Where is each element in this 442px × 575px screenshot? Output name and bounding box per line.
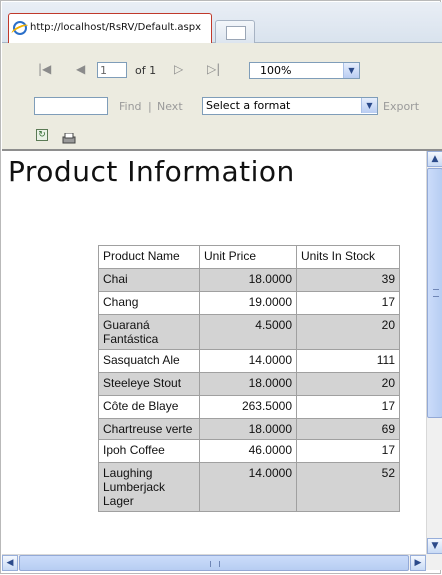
- unit-price-cell: 18.0000: [199, 372, 297, 396]
- column-header-unit-price: Unit Price: [199, 245, 297, 269]
- unit-price-cell: 46.0000: [199, 439, 297, 463]
- table-header-row: Product Name Unit Price Units In Stock: [98, 245, 400, 269]
- first-page-icon[interactable]: |◀: [38, 62, 51, 76]
- tab-strip: http://localhost/RsRV/Default.aspx: [2, 2, 442, 43]
- scroll-down-icon[interactable]: ▼: [427, 538, 442, 554]
- find-link[interactable]: Find: [119, 100, 142, 113]
- units-in-stock-cell: 17: [296, 439, 400, 463]
- table-row: Chai 18.0000 39: [98, 268, 400, 292]
- table-row: Chartreuse verte 18.0000 69: [98, 418, 400, 440]
- zoom-select[interactable]: 100% ▼: [249, 62, 360, 79]
- product-table: Product Name Unit Price Units In Stock C…: [98, 245, 400, 512]
- vertical-scrollbar[interactable]: ▲ ▼: [426, 151, 442, 554]
- report-viewer-toolbar: |◀ ◀ 1 of 1 ▷ ▷| 100% ▼ Find | Next Sele…: [2, 43, 442, 151]
- internet-explorer-icon: [13, 21, 27, 35]
- chevron-down-icon[interactable]: ▼: [361, 98, 377, 113]
- previous-page-icon[interactable]: ◀: [76, 62, 85, 76]
- grip-icon: [433, 289, 439, 297]
- horizontal-scrollbar[interactable]: ◀ ▶: [2, 554, 426, 571]
- product-name-cell: Chai: [98, 268, 200, 292]
- units-in-stock-cell: 52: [296, 462, 400, 512]
- product-name-cell: Ipoh Coffee: [98, 439, 200, 463]
- product-name-cell: Chang: [98, 291, 200, 315]
- units-in-stock-cell: 20: [296, 372, 400, 396]
- horizontal-scroll-thumb[interactable]: [19, 555, 409, 571]
- units-in-stock-cell: 69: [296, 418, 400, 440]
- browser-window: http://localhost/RsRV/Default.aspx |◀ ◀ …: [0, 0, 442, 574]
- scroll-up-icon[interactable]: ▲: [427, 151, 442, 167]
- scrollbar-corner: [426, 554, 442, 570]
- new-tab-button[interactable]: [215, 20, 255, 43]
- find-separator: |: [148, 100, 152, 113]
- export-format-value: Select a format: [206, 99, 291, 112]
- page-count-text: of 1: [135, 64, 157, 77]
- refresh-icon[interactable]: ↻: [36, 129, 48, 141]
- unit-price-cell: 18.0000: [199, 268, 297, 292]
- table-row: Chang 19.0000 17: [98, 291, 400, 315]
- report-content: Product Information Product Name Unit Pr…: [2, 151, 426, 554]
- units-in-stock-cell: 20: [296, 314, 400, 350]
- table-row: Steeleye Stout 18.0000 20: [98, 372, 400, 396]
- product-name-cell: Guaraná Fantástica: [98, 314, 200, 350]
- units-in-stock-cell: 17: [296, 291, 400, 315]
- unit-price-cell: 19.0000: [199, 291, 297, 315]
- zoom-value: 100%: [260, 64, 292, 77]
- product-name-cell: Chartreuse verte: [98, 418, 200, 440]
- product-name-cell: Côte de Blaye: [98, 395, 200, 419]
- unit-price-cell: 18.0000: [199, 418, 297, 440]
- unit-price-cell: 14.0000: [199, 462, 297, 512]
- page-number-input[interactable]: 1: [97, 62, 127, 78]
- find-input[interactable]: [34, 97, 108, 115]
- chevron-down-icon[interactable]: ▼: [343, 63, 359, 78]
- scroll-left-icon[interactable]: ◀: [2, 555, 18, 571]
- print-icon[interactable]: [62, 129, 76, 144]
- product-name-cell: Laughing Lumberjack Lager: [98, 462, 200, 512]
- last-page-icon[interactable]: ▷|: [207, 62, 220, 76]
- column-header-units-in-stock: Units In Stock: [296, 245, 400, 269]
- vertical-scroll-thumb[interactable]: [427, 168, 442, 418]
- unit-price-cell: 4.5000: [199, 314, 297, 350]
- table-row: Sasquatch Ale 14.0000 111: [98, 349, 400, 373]
- product-name-cell: Steeleye Stout: [98, 372, 200, 396]
- report-title: Product Information: [8, 155, 295, 188]
- table-row: Ipoh Coffee 46.0000 17: [98, 439, 400, 463]
- export-format-select[interactable]: Select a format ▼: [202, 97, 378, 115]
- export-link[interactable]: Export: [383, 100, 419, 113]
- grip-icon: [210, 561, 220, 567]
- units-in-stock-cell: 17: [296, 395, 400, 419]
- column-header-product-name: Product Name: [98, 245, 200, 269]
- tab-url: http://localhost/RsRV/Default.aspx: [30, 22, 201, 33]
- scroll-right-icon[interactable]: ▶: [410, 555, 426, 571]
- units-in-stock-cell: 39: [296, 268, 400, 292]
- table-row: Guaraná Fantástica 4.5000 20: [98, 314, 400, 350]
- active-tab[interactable]: http://localhost/RsRV/Default.aspx: [8, 13, 212, 43]
- unit-price-cell: 14.0000: [199, 349, 297, 373]
- next-page-icon[interactable]: ▷: [174, 62, 183, 76]
- unit-price-cell: 263.5000: [199, 395, 297, 419]
- product-name-cell: Sasquatch Ale: [98, 349, 200, 373]
- table-row: Laughing Lumberjack Lager 14.0000 52: [98, 462, 400, 512]
- table-row: Côte de Blaye 263.5000 17: [98, 395, 400, 419]
- units-in-stock-cell: 111: [296, 349, 400, 373]
- next-link[interactable]: Next: [157, 100, 183, 113]
